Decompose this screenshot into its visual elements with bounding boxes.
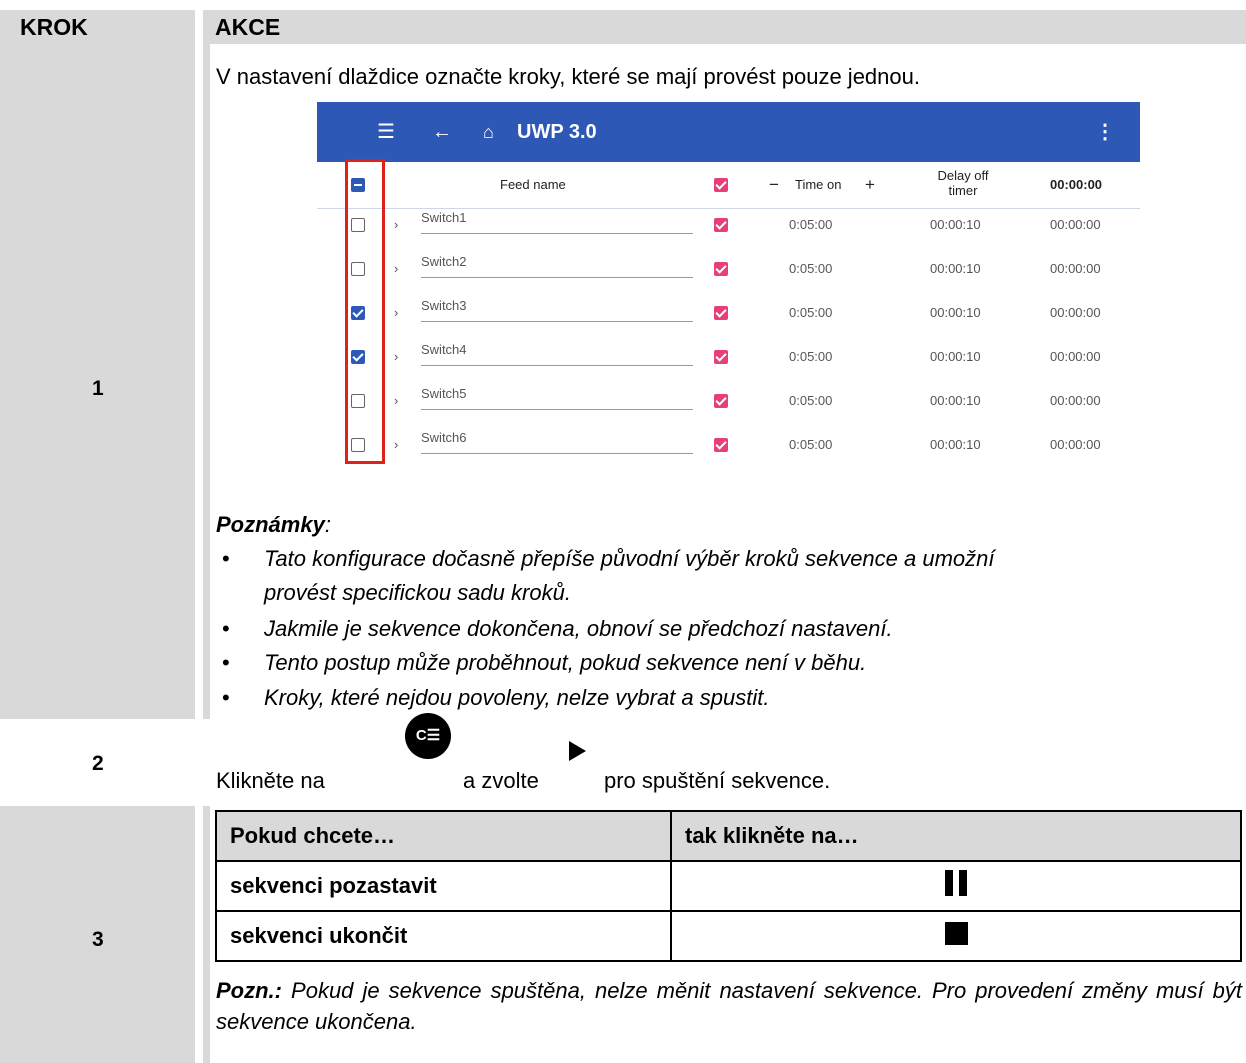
note-item: Tato konfigurace dočasně přepíše původní… [264, 546, 995, 571]
row-enable-checkbox[interactable] [714, 394, 728, 408]
timer-value: 00:00:00 [1050, 349, 1101, 364]
stop-cell [670, 910, 1242, 962]
highlight-box [345, 159, 385, 464]
row-enable-checkbox[interactable] [714, 306, 728, 320]
notes-title: Poznámky: [216, 512, 331, 537]
note-item: Kroky, které nejdou povoleny, nelze vybr… [264, 685, 770, 710]
app-title: UWP 3.0 [517, 121, 597, 143]
step3-note: Pozn.: Pokud je sekvence spuštěna, nelze… [216, 978, 1242, 1034]
delay-value: 00:00:10 [930, 393, 981, 408]
step1-number: 1 [92, 377, 104, 400]
step2-text-a: Klikněte na [216, 768, 325, 793]
home-icon[interactable]: ⌂ [483, 102, 494, 162]
row-enable-checkbox[interactable] [714, 438, 728, 452]
back-arrow-icon[interactable]: ← [432, 102, 452, 162]
timer-value: 00:00:00 [1050, 393, 1101, 408]
time-on-value: 0:05:00 [789, 437, 833, 452]
delay-value: 00:00:10 [930, 261, 981, 276]
plus-icon[interactable]: + [865, 162, 875, 208]
timer-value: 00:00:00 [1050, 305, 1101, 320]
feed-name-field[interactable]: Switch1 [421, 203, 693, 234]
table-row[interactable]: › Switch1 0:05:00 00:00:10 00:00:00 [317, 203, 1140, 247]
col-header-want: Pokud chcete… [215, 810, 672, 862]
feed-name-field[interactable]: Switch5 [421, 379, 693, 410]
time-on-value: 0:05:00 [789, 217, 833, 232]
step1-divider [203, 44, 210, 719]
app-screenshot: ☰ ← ⌂ UWP 3.0 ⋮ Feed name − Time on + De… [317, 102, 1140, 471]
grid-header: Feed name − Time on + Delay off timer 00… [317, 162, 1140, 208]
action-table: Pokud chcete… tak klikněte na… sekvenci … [215, 810, 1242, 962]
bullet-icon: • [222, 616, 230, 641]
krok-header-cell: KROK [0, 10, 195, 44]
step3-divider [203, 806, 210, 1063]
note-item: Jakmile je sekvence dokončena, obnoví se… [264, 616, 893, 641]
expand-chevron-icon[interactable]: › [394, 423, 398, 467]
expand-chevron-icon[interactable]: › [394, 335, 398, 379]
table-row[interactable]: › Switch3 0:05:00 00:00:10 00:00:00 [317, 291, 1140, 335]
table-row: sekvenci pozastavit [215, 860, 1242, 912]
row-enable-checkbox[interactable] [714, 262, 728, 276]
bullet-icon: • [222, 650, 230, 675]
app-bar: ☰ ← ⌂ UWP 3.0 ⋮ [317, 102, 1140, 162]
feed-name-field[interactable]: Switch6 [421, 423, 693, 454]
menu-icon[interactable]: ☰ [377, 102, 395, 162]
timer-value: 00:00:00 [1050, 437, 1101, 452]
expand-chevron-icon[interactable]: › [394, 247, 398, 291]
enable-all-checkbox[interactable] [714, 178, 728, 192]
row-enable-checkbox[interactable] [714, 218, 728, 232]
time-on-value: 0:05:00 [789, 305, 833, 320]
step3-number: 3 [92, 928, 104, 951]
pause-cell [670, 860, 1242, 912]
delay-value: 00:00:10 [930, 349, 981, 364]
bullet-icon: • [222, 546, 230, 571]
step1-instruction: V nastavení dlaždice označte kroky, kter… [216, 64, 920, 89]
table-row[interactable]: › Switch4 0:05:00 00:00:10 00:00:00 [317, 335, 1140, 379]
bullet-icon: • [222, 685, 230, 710]
timer-header: 00:00:00 [1050, 177, 1103, 192]
delay-value: 00:00:10 [930, 437, 981, 452]
stop-icon[interactable] [944, 921, 968, 945]
pause-icon[interactable] [942, 870, 970, 896]
akce-header-cell: AKCE [203, 10, 1246, 44]
step2-text-b: a zvolte [463, 768, 539, 793]
table-row[interactable]: › Switch6 0:05:00 00:00:10 00:00:00 [317, 423, 1140, 467]
step2-number: 2 [92, 752, 104, 775]
time-on-value: 0:05:00 [789, 393, 833, 408]
more-vert-icon[interactable]: ⋮ [1095, 102, 1115, 162]
feed-name-field[interactable]: Switch4 [421, 335, 693, 366]
table-row[interactable]: › Switch5 0:05:00 00:00:10 00:00:00 [317, 379, 1140, 423]
table-header-row: Pokud chcete… tak klikněte na… [215, 810, 1242, 862]
timer-value: 00:00:00 [1050, 217, 1101, 232]
minus-icon[interactable]: − [769, 162, 779, 208]
time-on-value: 0:05:00 [789, 349, 833, 364]
expand-chevron-icon[interactable]: › [394, 203, 398, 247]
feed-name-field[interactable]: Switch2 [421, 247, 693, 278]
table-row[interactable]: › Switch2 0:05:00 00:00:10 00:00:00 [317, 247, 1140, 291]
table-row: sekvenci ukončit [215, 910, 1242, 962]
feed-name-header: Feed name [500, 177, 566, 192]
note-item-continued: provést specifickou sadu kroků. [264, 580, 571, 605]
timer-value: 00:00:00 [1050, 261, 1101, 276]
time-on-value: 0:05:00 [789, 261, 833, 276]
akce-header: AKCE [215, 14, 281, 40]
feed-name-field[interactable]: Switch3 [421, 291, 693, 322]
delay-off-header: Delay off timer [937, 168, 989, 198]
row-enable-checkbox[interactable] [714, 350, 728, 364]
col-header-click: tak klikněte na… [670, 810, 1242, 862]
action-pause-label: sekvenci pozastavit [215, 860, 672, 912]
action-stop-label: sekvenci ukončit [215, 910, 672, 962]
play-icon[interactable] [569, 741, 586, 761]
sequence-icon[interactable]: C☰ [405, 713, 451, 759]
step2-text-c: pro spuštění sekvence. [604, 768, 831, 793]
delay-value: 00:00:10 [930, 305, 981, 320]
expand-chevron-icon[interactable]: › [394, 291, 398, 335]
note-item: Tento postup může proběhnout, pokud sekv… [264, 650, 867, 675]
delay-value: 00:00:10 [930, 217, 981, 232]
time-on-header: Time on [795, 177, 842, 192]
expand-chevron-icon[interactable]: › [394, 379, 398, 423]
krok-header: KROK [20, 14, 88, 40]
